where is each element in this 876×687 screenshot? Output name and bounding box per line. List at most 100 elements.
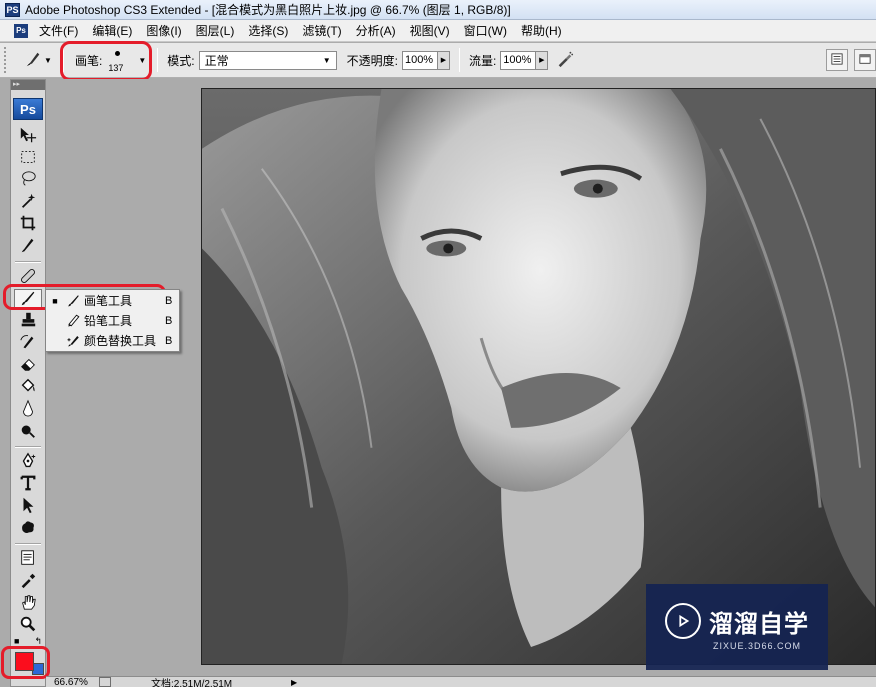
marquee-tool[interactable] xyxy=(14,148,42,169)
arrow-icon xyxy=(19,496,37,517)
play-logo-icon xyxy=(665,603,701,639)
magic-wand-tool[interactable] xyxy=(14,192,42,213)
zoom-level[interactable]: 66.67% xyxy=(54,677,99,687)
menu-image[interactable]: 图像(I) xyxy=(139,22,188,39)
eraser-tool[interactable] xyxy=(14,355,42,376)
toolbox-divider xyxy=(15,446,41,448)
options-grip[interactable] xyxy=(4,47,10,73)
paint-bucket-tool[interactable] xyxy=(14,377,42,398)
custom-shape-tool[interactable] xyxy=(14,518,42,539)
move-tool[interactable] xyxy=(14,126,42,147)
menu-filter[interactable]: 滤镜(T) xyxy=(295,22,348,39)
swap-colors-icon[interactable]: ↰ xyxy=(34,636,42,646)
menu-file[interactable]: 文件(F) xyxy=(32,22,85,39)
toolbox-divider xyxy=(15,543,41,545)
opacity-field[interactable]: 100% xyxy=(401,50,438,70)
type-tool[interactable] xyxy=(14,474,42,495)
menu-edit[interactable]: 编辑(E) xyxy=(85,22,139,39)
flyout-label: 颜色替换工具 xyxy=(84,334,157,348)
menu-view[interactable]: 视图(V) xyxy=(403,22,457,39)
brush-picker-highlight xyxy=(60,41,152,81)
eyedropper-icon xyxy=(19,571,37,592)
toolbox-header[interactable]: ▸▸ xyxy=(11,80,45,90)
portrait-photo xyxy=(202,89,875,664)
menu-layer[interactable]: 图层(L) xyxy=(189,22,242,39)
path-selection-tool[interactable] xyxy=(14,496,42,517)
history-brush-tool[interactable] xyxy=(14,333,42,354)
toolbox-divider xyxy=(15,261,41,263)
document-size: 文档:2.51M/2.51M xyxy=(151,678,233,687)
type-icon xyxy=(19,474,37,495)
zoom-tool[interactable] xyxy=(14,615,42,636)
site-watermark: 溜溜自学 ZIXUE.3D66.COM xyxy=(646,584,828,670)
slice-tool[interactable] xyxy=(14,236,42,257)
menu-help[interactable]: 帮助(H) xyxy=(514,22,569,39)
slice-icon xyxy=(19,236,37,257)
shortcut-key: B xyxy=(165,314,173,327)
pen-tool[interactable] xyxy=(14,452,42,473)
blur-tool[interactable] xyxy=(14,399,42,420)
ps-menu-logo[interactable]: Ps xyxy=(14,23,28,38)
chevron-down-icon: ▼ xyxy=(322,55,331,65)
dodge-tool[interactable] xyxy=(14,421,42,442)
flyout-item-color-replacement[interactable]: 颜色替换工具 B xyxy=(46,331,179,350)
lasso-icon xyxy=(19,170,37,191)
status-bar: 66.67% 文档:2.51M/2.51M ▶ xyxy=(46,676,876,687)
flyout-label: 画笔工具 xyxy=(84,294,133,308)
mode-select[interactable]: 正常 ▼ xyxy=(198,50,337,70)
eraser-icon xyxy=(19,355,37,376)
flyout-item-pencil[interactable]: 铅笔工具 B xyxy=(46,311,179,330)
crop-tool[interactable] xyxy=(14,214,42,235)
pen-icon xyxy=(19,452,37,473)
flyout-item-brush[interactable]: ■ 画笔工具 B xyxy=(46,291,179,310)
photoshop-app-icon: PS xyxy=(5,2,20,17)
flow-field[interactable]: 100% xyxy=(500,50,537,70)
brush-tool-flyout: ■ 画笔工具 B 铅笔工具 B 颜色替换工具 B xyxy=(45,289,180,352)
shortcut-key: B xyxy=(165,294,173,307)
dodge-icon xyxy=(19,421,37,442)
status-menu-arrow-icon[interactable]: ▶ xyxy=(291,678,301,687)
default-colors[interactable]: ■ ↰ xyxy=(14,636,42,646)
brush-preset-icon xyxy=(24,50,42,71)
lasso-tool[interactable] xyxy=(14,170,42,191)
flyout-label: 铅笔工具 xyxy=(84,314,133,328)
airbrush-button[interactable] xyxy=(552,48,578,72)
palette-toggle-button[interactable] xyxy=(854,49,876,71)
palette-well-button[interactable] xyxy=(826,49,848,71)
pencil-icon xyxy=(64,313,82,329)
toolbox-ps-logo[interactable]: Ps xyxy=(13,98,43,120)
opacity-label: 不透明度: xyxy=(346,53,398,68)
watermark-name: 溜溜自学 xyxy=(709,610,809,638)
document-canvas[interactable] xyxy=(201,88,876,665)
flow-label: 流量: xyxy=(468,53,497,68)
color-swatch-highlight xyxy=(1,646,50,679)
opacity-slider-button[interactable]: ▶ xyxy=(437,50,450,70)
selected-bullet: ■ xyxy=(52,295,58,306)
menu-select[interactable]: 选择(S) xyxy=(241,22,295,39)
divider xyxy=(458,48,460,72)
status-info-icon[interactable] xyxy=(99,677,111,687)
mode-value: 正常 xyxy=(204,53,229,68)
flow-slider-button[interactable]: ▶ xyxy=(536,50,549,70)
shape-icon xyxy=(19,518,37,539)
clone-stamp-tool[interactable] xyxy=(14,311,42,332)
hand-tool[interactable] xyxy=(14,593,42,614)
magnifier-icon xyxy=(19,615,37,636)
divider xyxy=(157,48,159,72)
window-title: Adobe Photoshop CS3 Extended - [混合模式为黑白照… xyxy=(25,3,511,17)
drop-icon xyxy=(19,399,37,420)
notes-tool[interactable] xyxy=(14,549,42,570)
stamp-icon xyxy=(19,311,37,332)
history-brush-icon xyxy=(19,333,37,354)
shortcut-key: B xyxy=(165,334,173,347)
default-colors-icon: ■ xyxy=(14,636,20,646)
airbrush-icon xyxy=(556,50,574,71)
menu-window[interactable]: 窗口(W) xyxy=(457,22,514,39)
title-bar: PS Adobe Photoshop CS3 Extended - [混合模式为… xyxy=(0,0,876,20)
eyedropper-tool[interactable] xyxy=(14,571,42,592)
menu-bar: Ps 文件(F) 编辑(E) 图像(I) 图层(L) 选择(S) 滤镜(T) 分… xyxy=(0,20,876,42)
palette-icon xyxy=(831,52,843,68)
menu-analysis[interactable]: 分析(A) xyxy=(349,22,403,39)
paint-bucket-icon xyxy=(19,377,37,398)
tool-preset-picker[interactable]: ▼ xyxy=(18,47,58,73)
